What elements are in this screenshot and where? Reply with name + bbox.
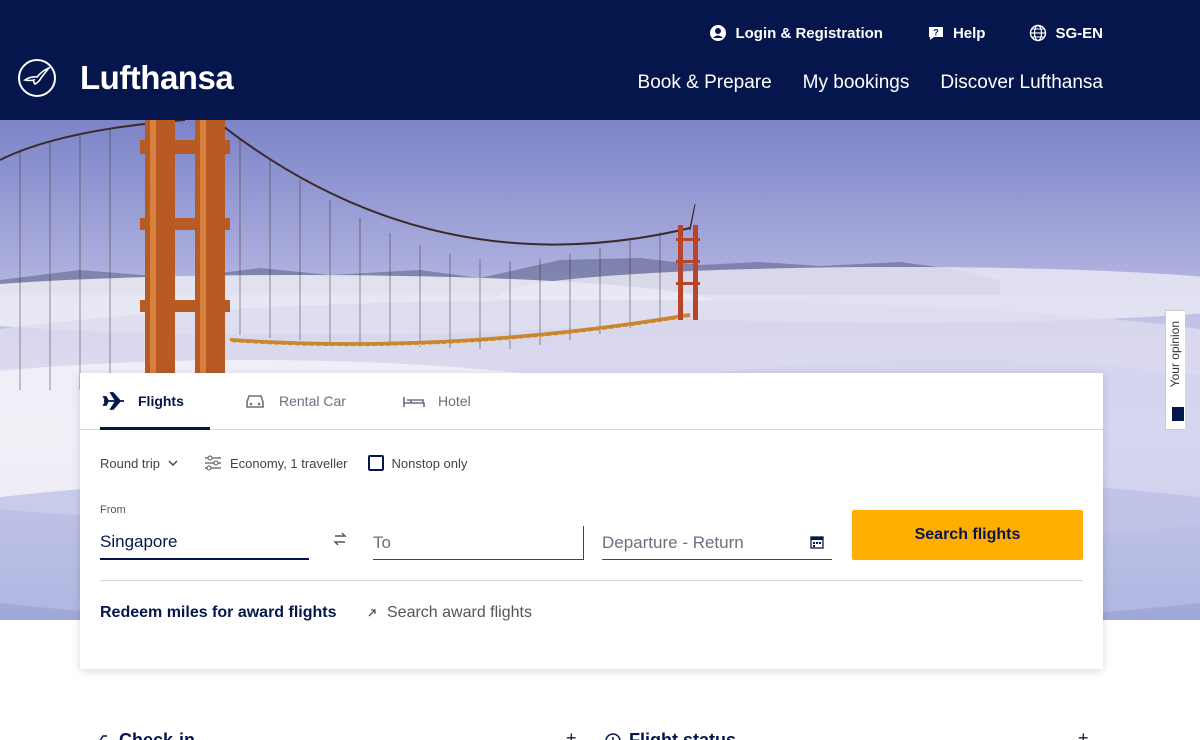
flight-status-expand-icon[interactable]: + [1078,728,1090,740]
login-registration-link[interactable]: Login & Registration [709,24,883,42]
nav-book-prepare[interactable]: Book & Prepare [638,72,772,94]
swap-icon[interactable] [332,529,348,549]
arrow-up-right-icon [368,609,376,617]
feedback-tab[interactable]: Your opinion [1165,310,1185,430]
checkin-expand-icon[interactable]: + [566,728,578,740]
tab-hotel[interactable]: Hotel [402,373,502,429]
utility-nav: Login & Registration ? Help SG-EN [709,24,1103,42]
tab-hotel-label: Hotel [438,393,471,409]
search-award-flights-link[interactable]: Search award flights [367,604,532,622]
booking-panel: Flights Rental Car Hotel Round trip Econ… [80,373,1103,669]
search-flights-button[interactable]: Search flights [852,510,1083,560]
from-value: Singapore [100,532,178,551]
cabin-travellers-label: Economy, 1 traveller [229,455,348,471]
checkin-label: Check-in [119,730,196,740]
clock-icon [605,732,621,740]
checkin-icon [99,734,107,740]
help-link[interactable]: ? Help [927,24,986,42]
globe-icon [1030,24,1047,42]
trip-type-dropdown[interactable]: Round trip [100,456,178,471]
from-input[interactable]: Singapore [100,526,309,560]
user-icon [710,25,727,41]
login-registration-label: Login & Registration [735,24,883,42]
chevron-down-icon [168,460,178,466]
nav-discover-lufthansa[interactable]: Discover Lufthansa [940,72,1103,94]
help-icon: ? [928,27,943,40]
nav-my-bookings[interactable]: My bookings [803,72,910,94]
help-label: Help [952,24,986,42]
crane-logo-icon [18,59,56,97]
search-options: Round trip Economy, 1 traveller Nonstop … [100,455,467,471]
bed-icon [403,397,425,407]
dates-input[interactable]: Departure - Return [602,526,832,560]
cabin-travellers-selector[interactable]: Economy, 1 traveller [204,455,348,471]
car-icon [246,395,264,408]
from-label: From [100,504,126,516]
brand-logo[interactable]: Lufthansa [17,58,234,98]
feedback-icon [1172,407,1184,421]
calendar-icon [810,536,824,549]
dates-placeholder: Departure - Return [602,532,744,552]
flight-status-label: Flight status [629,730,736,740]
feedback-tab-label: Your opinion [1168,321,1182,388]
nonstop-checkbox[interactable] [367,455,384,471]
language-label: SG-EN [1055,24,1103,42]
trip-type-label: Round trip [100,455,160,471]
divider [100,580,1083,581]
language-selector[interactable]: SG-EN [1029,24,1103,42]
checkin-section[interactable]: Check-in [95,730,195,740]
svg-text:?: ? [933,28,939,38]
brand-name: Lufthansa [80,59,234,96]
tab-rental-car-label: Rental Car [279,393,346,409]
flight-status-section[interactable]: Flight status [605,730,736,740]
tab-rental-car[interactable]: Rental Car [243,373,363,429]
to-input[interactable]: To [373,526,584,560]
plane-icon [102,392,124,410]
nonstop-label: Nonstop only [391,455,468,471]
to-placeholder: To [373,532,391,552]
booking-tabs: Flights Rental Car Hotel [80,373,1103,430]
sliders-icon [204,455,221,471]
nonstop-checkbox-group[interactable]: Nonstop only [367,455,468,471]
redeem-miles-label: Redeem miles for award flights [100,604,337,621]
tab-flights-label: Flights [138,393,184,409]
site-header: Lufthansa Login & Registration ? Help SG… [0,0,1200,120]
tab-flights[interactable]: Flights [100,373,210,430]
main-nav: Book & Prepare My bookings Discover Luft… [638,72,1103,94]
search-award-flights-label: Search award flights [387,604,532,621]
